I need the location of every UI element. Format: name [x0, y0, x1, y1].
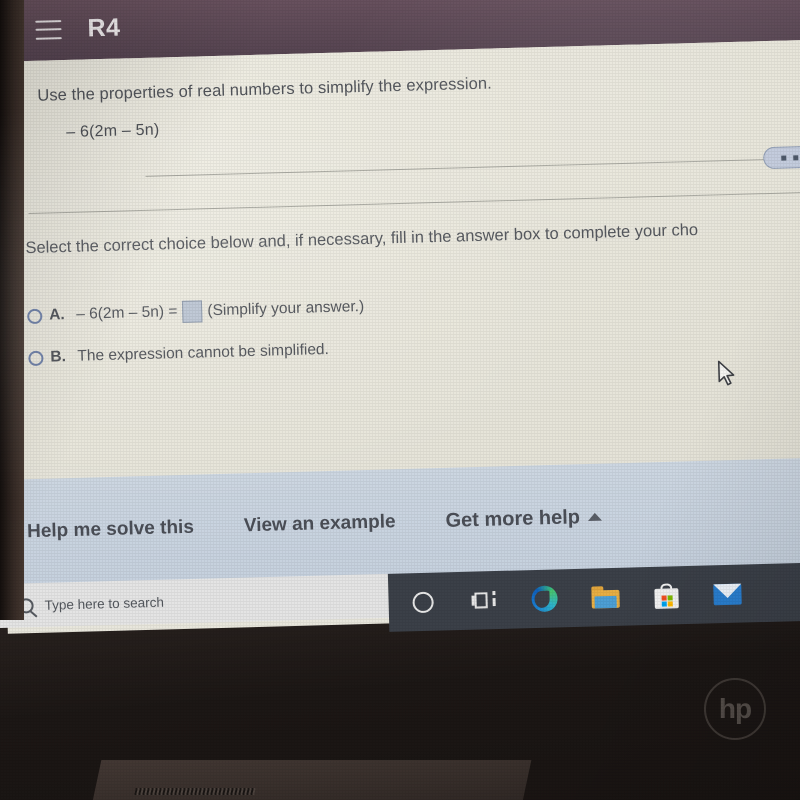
hp-logo: hp: [704, 678, 766, 740]
divider-lower: [28, 191, 800, 215]
three-dots-icon: [792, 154, 798, 160]
radio-button-a[interactable]: [27, 308, 43, 324]
microsoft-store-icon[interactable]: [652, 581, 681, 610]
choice-letter-b: B.: [50, 348, 67, 366]
three-dots-icon: [780, 155, 786, 161]
choice-a-expression: – 6(2m – 5n) =: [76, 303, 178, 323]
answer-instruction: Select the correct choice below and, if …: [25, 220, 699, 258]
more-options-button[interactable]: [762, 145, 800, 170]
get-more-help-button[interactable]: Get more help: [445, 505, 603, 532]
view-an-example-button[interactable]: View an example: [244, 511, 396, 537]
choice-option-a[interactable]: A. – 6(2m – 5n) = (Simplify your answer.…: [27, 296, 364, 327]
choice-body-b: The expression cannot be simplified.: [77, 341, 329, 366]
app-title: R4: [87, 12, 121, 42]
question-prompt: Use the properties of real numbers to si…: [37, 74, 493, 105]
cortana-icon[interactable]: [408, 588, 437, 617]
screen-bezel-left: [0, 0, 24, 620]
laptop-screen-photo: hp R4 Use the properties of real numbers…: [0, 0, 800, 800]
taskbar-icon-tray: [387, 561, 800, 632]
taskbar-search-box[interactable]: Type here to search: [0, 573, 390, 629]
caret-up-icon: [587, 512, 603, 522]
task-view-icon[interactable]: [469, 586, 498, 615]
question-panel: Use the properties of real numbers to si…: [0, 39, 800, 480]
screen-content: R4 Use the properties of real numbers to…: [0, 0, 800, 634]
choice-b-text: The expression cannot be simplified.: [77, 340, 330, 365]
mail-icon[interactable]: [713, 580, 742, 609]
arrow-cursor: [717, 360, 735, 386]
divider-upper: [145, 157, 800, 177]
vent-grille: [134, 788, 256, 795]
microsoft-edge-icon[interactable]: [530, 584, 559, 613]
get-more-help-label: Get more help: [445, 505, 581, 532]
choice-body-a: – 6(2m – 5n) = (Simplify your answer.): [76, 296, 364, 326]
question-expression: – 6(2m – 5n): [66, 121, 160, 141]
help-me-solve-this-button[interactable]: Help me solve this: [27, 517, 194, 544]
radio-button-b[interactable]: [28, 350, 44, 366]
choice-a-hint: (Simplify your answer.): [207, 298, 365, 320]
choice-letter-a: A.: [49, 306, 65, 324]
choice-option-b[interactable]: B. The expression cannot be simplified.: [28, 340, 365, 367]
choice-list: A. – 6(2m – 5n) = (Simplify your answer.…: [27, 296, 366, 389]
search-input[interactable]: Type here to search: [44, 594, 164, 612]
answer-input-box[interactable]: [182, 300, 203, 323]
hamburger-menu-icon[interactable]: [35, 19, 62, 40]
file-explorer-icon[interactable]: [591, 583, 620, 612]
